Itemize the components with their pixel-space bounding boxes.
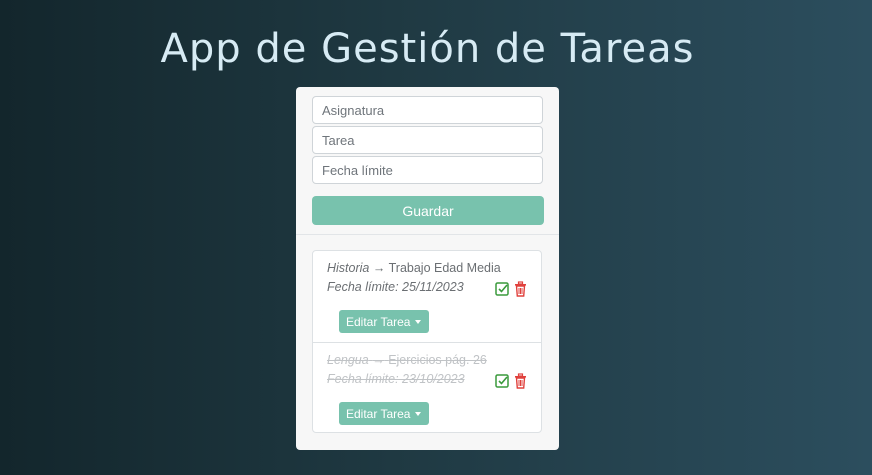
list-item: Lengua → Ejercicios pág. 26 Fecha límite…: [313, 342, 541, 434]
edit-task-button[interactable]: Editar Tarea: [339, 402, 429, 425]
check-square-icon[interactable]: [495, 373, 510, 389]
list-item: Historia → Trabajo Edad Media Fecha lími…: [313, 251, 541, 342]
task-name: Trabajo Edad Media: [388, 261, 501, 275]
edit-task-label: Editar Tarea: [346, 314, 411, 329]
task-title: Historia → Trabajo Edad Media: [327, 261, 501, 275]
task-deadline: Fecha límite: 25/11/2023: [327, 280, 464, 294]
task-title: Lengua → Ejercicios pág. 26: [327, 353, 487, 367]
trash-icon[interactable]: [513, 281, 528, 297]
check-square-icon[interactable]: [495, 281, 510, 297]
task-actions: [495, 373, 529, 389]
edit-task-button[interactable]: Editar Tarea: [339, 310, 429, 333]
edit-task-label: Editar Tarea: [346, 406, 411, 421]
task-form: [312, 96, 543, 186]
divider: [296, 234, 559, 235]
task-name: Ejercicios pág. 26: [388, 353, 487, 367]
task-subject: Lengua: [327, 353, 369, 367]
task-actions: [495, 281, 529, 297]
task-deadline: Fecha límite: 23/10/2023: [327, 372, 465, 386]
task-card: Guardar Historia → Trabajo Edad Media Fe…: [296, 87, 559, 450]
page-title: App de Gestión de Tareas: [160, 26, 695, 72]
subject-input[interactable]: [312, 96, 543, 124]
arrow-icon: →: [372, 261, 386, 275]
caret-down-icon: [415, 320, 421, 324]
deadline-input[interactable]: [312, 156, 543, 184]
task-subject: Historia: [327, 261, 370, 275]
save-button[interactable]: Guardar: [312, 196, 544, 225]
task-list: Historia → Trabajo Edad Media Fecha lími…: [312, 250, 542, 433]
task-input[interactable]: [312, 126, 543, 154]
arrow-icon: →: [372, 353, 385, 367]
caret-down-icon: [415, 412, 421, 416]
trash-icon[interactable]: [513, 373, 528, 389]
